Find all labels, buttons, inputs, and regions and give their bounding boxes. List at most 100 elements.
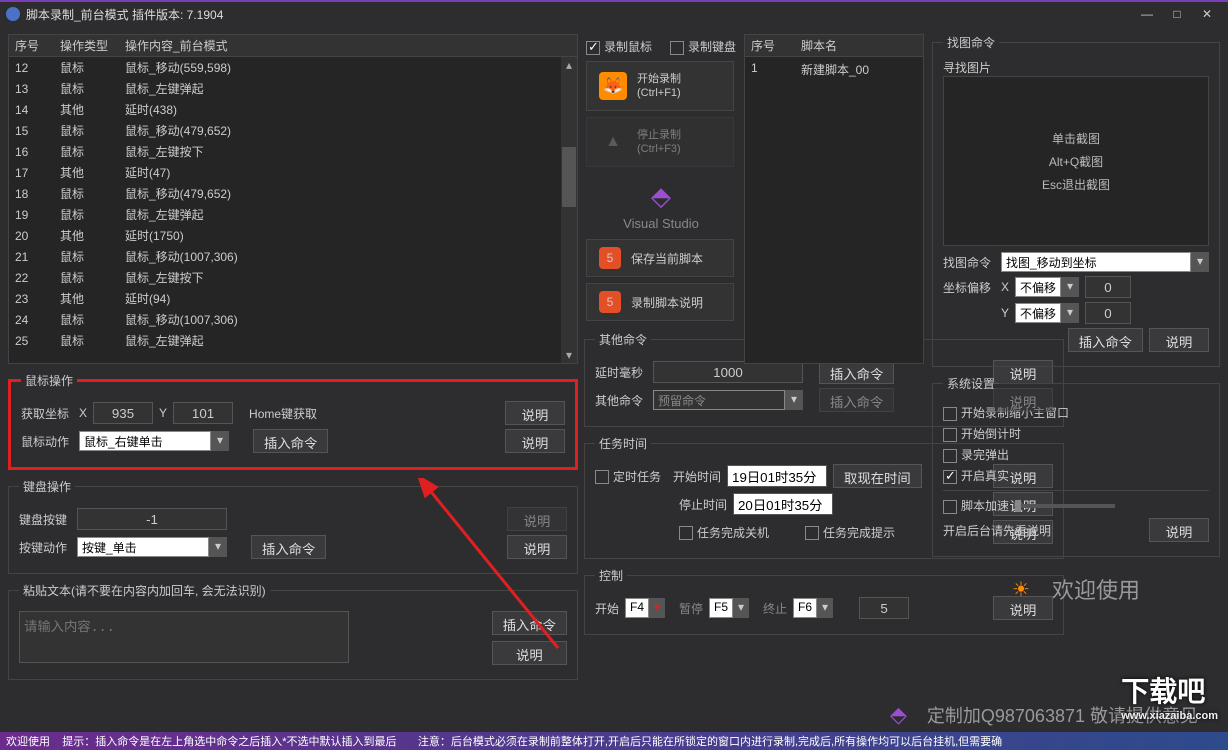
y-offset-input[interactable] — [1085, 302, 1131, 324]
paste-group: 粘贴文本(请不要在内容内加回车, 会无法识别) 插入命令 说明 — [8, 582, 578, 680]
operations-table[interactable]: 序号 操作类型 操作内容_前台模式 12鼠标鼠标_移动(559,598)13鼠标… — [8, 34, 578, 364]
dropdown-icon[interactable]: ▾ — [1191, 252, 1209, 272]
accel-slider[interactable] — [1015, 504, 1115, 508]
rec-keyboard-check[interactable]: 录制键盘 — [670, 38, 736, 55]
findimg-help-btn[interactable]: 说明 — [1149, 328, 1209, 352]
findimg-legend: 找图命令 — [943, 34, 999, 51]
other-insert2-btn: 插入命令 — [819, 388, 894, 412]
table-row[interactable]: 24鼠标鼠标_移动(1007,306) — [9, 309, 577, 330]
table-row[interactable]: 12鼠标鼠标_移动(559,598) — [9, 57, 577, 78]
table-row[interactable]: 22鼠标鼠标_左键按下 — [9, 267, 577, 288]
welcome-label: 欢迎使用 — [1052, 573, 1140, 605]
vs-logo-pane: ⬘ Visual Studio — [586, 173, 736, 239]
paste-textarea[interactable] — [19, 611, 349, 663]
other-help2-btn: 说明 — [993, 388, 1053, 412]
mouse-op-legend: 鼠标操作 — [21, 372, 77, 389]
record-help-btn[interactable]: 5 录制脚本说明 — [586, 283, 734, 321]
c4-check[interactable]: 开启真实 — [943, 467, 1009, 484]
get-coord-label: 获取坐标 — [21, 405, 73, 422]
keyop-help-btn[interactable]: 说明 — [507, 535, 567, 559]
othercmd-label: 其他命令 — [595, 392, 647, 409]
stop-time-label: 停止时间 — [679, 496, 727, 513]
keyop-insert-btn[interactable]: 插入命令 — [251, 535, 326, 559]
start-label: 开始 — [595, 600, 619, 617]
c2-check[interactable]: 开始倒计时 — [943, 425, 1021, 442]
keyaction-select[interactable]: 按键_单击 ▾ — [77, 537, 227, 557]
mouseop-insert-btn[interactable]: 插入命令 — [253, 429, 328, 453]
scroll-thumb[interactable] — [562, 147, 576, 207]
key-input[interactable] — [77, 508, 227, 530]
scr-hd-no: 序号 — [751, 37, 801, 54]
table-row[interactable]: 16鼠标鼠标_左键按下 — [9, 141, 577, 162]
mouse-action-label: 鼠标动作 — [21, 433, 73, 450]
minimize-button[interactable]: — — [1132, 4, 1162, 24]
pause-label: 暂停 — [679, 600, 703, 617]
table-row[interactable]: 19鼠标鼠标_左键弹起 — [9, 204, 577, 225]
dropdown-icon[interactable]: ▾ — [209, 537, 227, 557]
x-input[interactable] — [93, 402, 153, 424]
table-row[interactable]: 13鼠标鼠标_左键弹起 — [9, 78, 577, 99]
findcmd-select[interactable]: 找图_移动到坐标▾ — [1001, 252, 1209, 272]
script-list[interactable]: 序号脚本名 1新建脚本_00 — [744, 34, 924, 364]
key-help-btn[interactable]: 说明 — [507, 507, 567, 531]
findimg-insert-btn[interactable]: 插入命令 — [1068, 328, 1143, 352]
y-label: Y — [159, 406, 167, 420]
mouseop-help2-btn[interactable]: 说明 — [505, 429, 565, 453]
maximize-button[interactable]: □ — [1162, 4, 1192, 24]
scr-hd-name: 脚本名 — [801, 37, 837, 54]
findpic-label: 寻找图片 — [943, 59, 1209, 76]
table-row[interactable]: 18鼠标鼠标_移动(479,652) — [9, 183, 577, 204]
table-row[interactable]: 25鼠标鼠标_左键弹起 — [9, 330, 577, 351]
rec-mouse-check[interactable]: 录制鼠标 — [586, 38, 652, 55]
dropdown-icon[interactable]: ▾ — [211, 431, 229, 451]
table-row[interactable]: 17其他延时(47) — [9, 162, 577, 183]
keyboard-op-group: 键盘操作 键盘按键 说明 按键动作 按键_单击 ▾ 插入命令 说明 — [8, 478, 578, 574]
screenshot-preview[interactable]: 单击截图 Alt+Q截图 Esc退出截图 — [943, 76, 1209, 246]
x-offset-select[interactable]: 不偏移▾ — [1015, 277, 1079, 297]
findcmd-label: 找图命令 — [943, 254, 995, 271]
table-row[interactable]: 21鼠标鼠标_移动(1007,306) — [9, 246, 577, 267]
dropdown-icon[interactable]: ▾ — [1061, 303, 1079, 323]
dropdown-icon[interactable]: ▾ — [649, 598, 665, 618]
bottom-banner: ⬘ 定制加Q987063871 敬请提供意见 — [0, 698, 1228, 732]
scroll-up-icon[interactable]: ▴ — [561, 57, 577, 73]
close-button[interactable]: ✕ — [1192, 4, 1222, 24]
x-label: X — [79, 406, 87, 420]
watermark: 下载吧 www.xiazaiba.com — [1121, 670, 1218, 722]
y-offset-select[interactable]: 不偏移▾ — [1015, 303, 1079, 323]
paste-insert-btn[interactable]: 插入命令 — [492, 611, 567, 635]
paste-help-btn[interactable]: 说明 — [492, 641, 567, 665]
firefox-icon: 🦊 — [599, 72, 627, 100]
x-offset-input[interactable] — [1085, 276, 1131, 298]
table-row[interactable]: 23其他延时(94) — [9, 288, 577, 309]
dropdown-icon[interactable]: ▾ — [1061, 277, 1079, 297]
titlebar: 脚本录制_前台模式 插件版本: 7.1904 — □ ✕ — [0, 0, 1228, 26]
mouse-action-select[interactable]: 鼠标_右键单击 ▾ — [79, 431, 229, 451]
th-type: 操作类型 — [60, 37, 125, 54]
table-row[interactable]: 14其他延时(438) — [9, 99, 577, 120]
key-label: 键盘按键 — [19, 511, 71, 528]
table-row[interactable]: 20其他延时(1750) — [9, 225, 577, 246]
script-row[interactable]: 1新建脚本_00 — [745, 57, 923, 82]
mouse-action-value: 鼠标_右键单击 — [79, 431, 211, 451]
save-script-btn[interactable]: 5 保存当前脚本 — [586, 239, 734, 277]
window-title: 脚本录制_前台模式 插件版本: 7.1904 — [26, 6, 1132, 23]
start-record-btn[interactable]: 🦊 开始录制(Ctrl+F1) — [586, 61, 734, 111]
keyaction-value: 按键_单击 — [77, 537, 209, 557]
start-time-label: 开始时间 — [673, 468, 721, 485]
scrollbar[interactable]: ▴ ▾ — [561, 57, 577, 363]
delay-label: 延时毫秒 — [595, 364, 647, 381]
findimg-group: 找图命令 寻找图片 单击截图 Alt+Q截图 Esc退出截图 找图命令 找图_移… — [932, 34, 1220, 367]
timed-task-check[interactable]: 定时任务 — [595, 468, 661, 485]
y-input[interactable] — [173, 402, 233, 424]
vs-label: Visual Studio — [586, 216, 736, 231]
start-key-select[interactable]: F4▾ — [625, 598, 665, 618]
table-row[interactable]: 15鼠标鼠标_移动(479,652) — [9, 120, 577, 141]
sys-legend: 系统设置 — [943, 375, 999, 392]
mouseop-help-btn[interactable]: 说明 — [505, 401, 565, 425]
paste-legend: 粘贴文本(请不要在内容内加回车, 会无法识别) — [19, 582, 270, 599]
accel-check[interactable]: 脚本加速 — [943, 497, 1009, 514]
sys-help-btn[interactable]: 说明 — [1149, 518, 1209, 542]
c3-check[interactable]: 录完弹出 — [943, 446, 1009, 463]
scroll-down-icon[interactable]: ▾ — [561, 347, 577, 363]
